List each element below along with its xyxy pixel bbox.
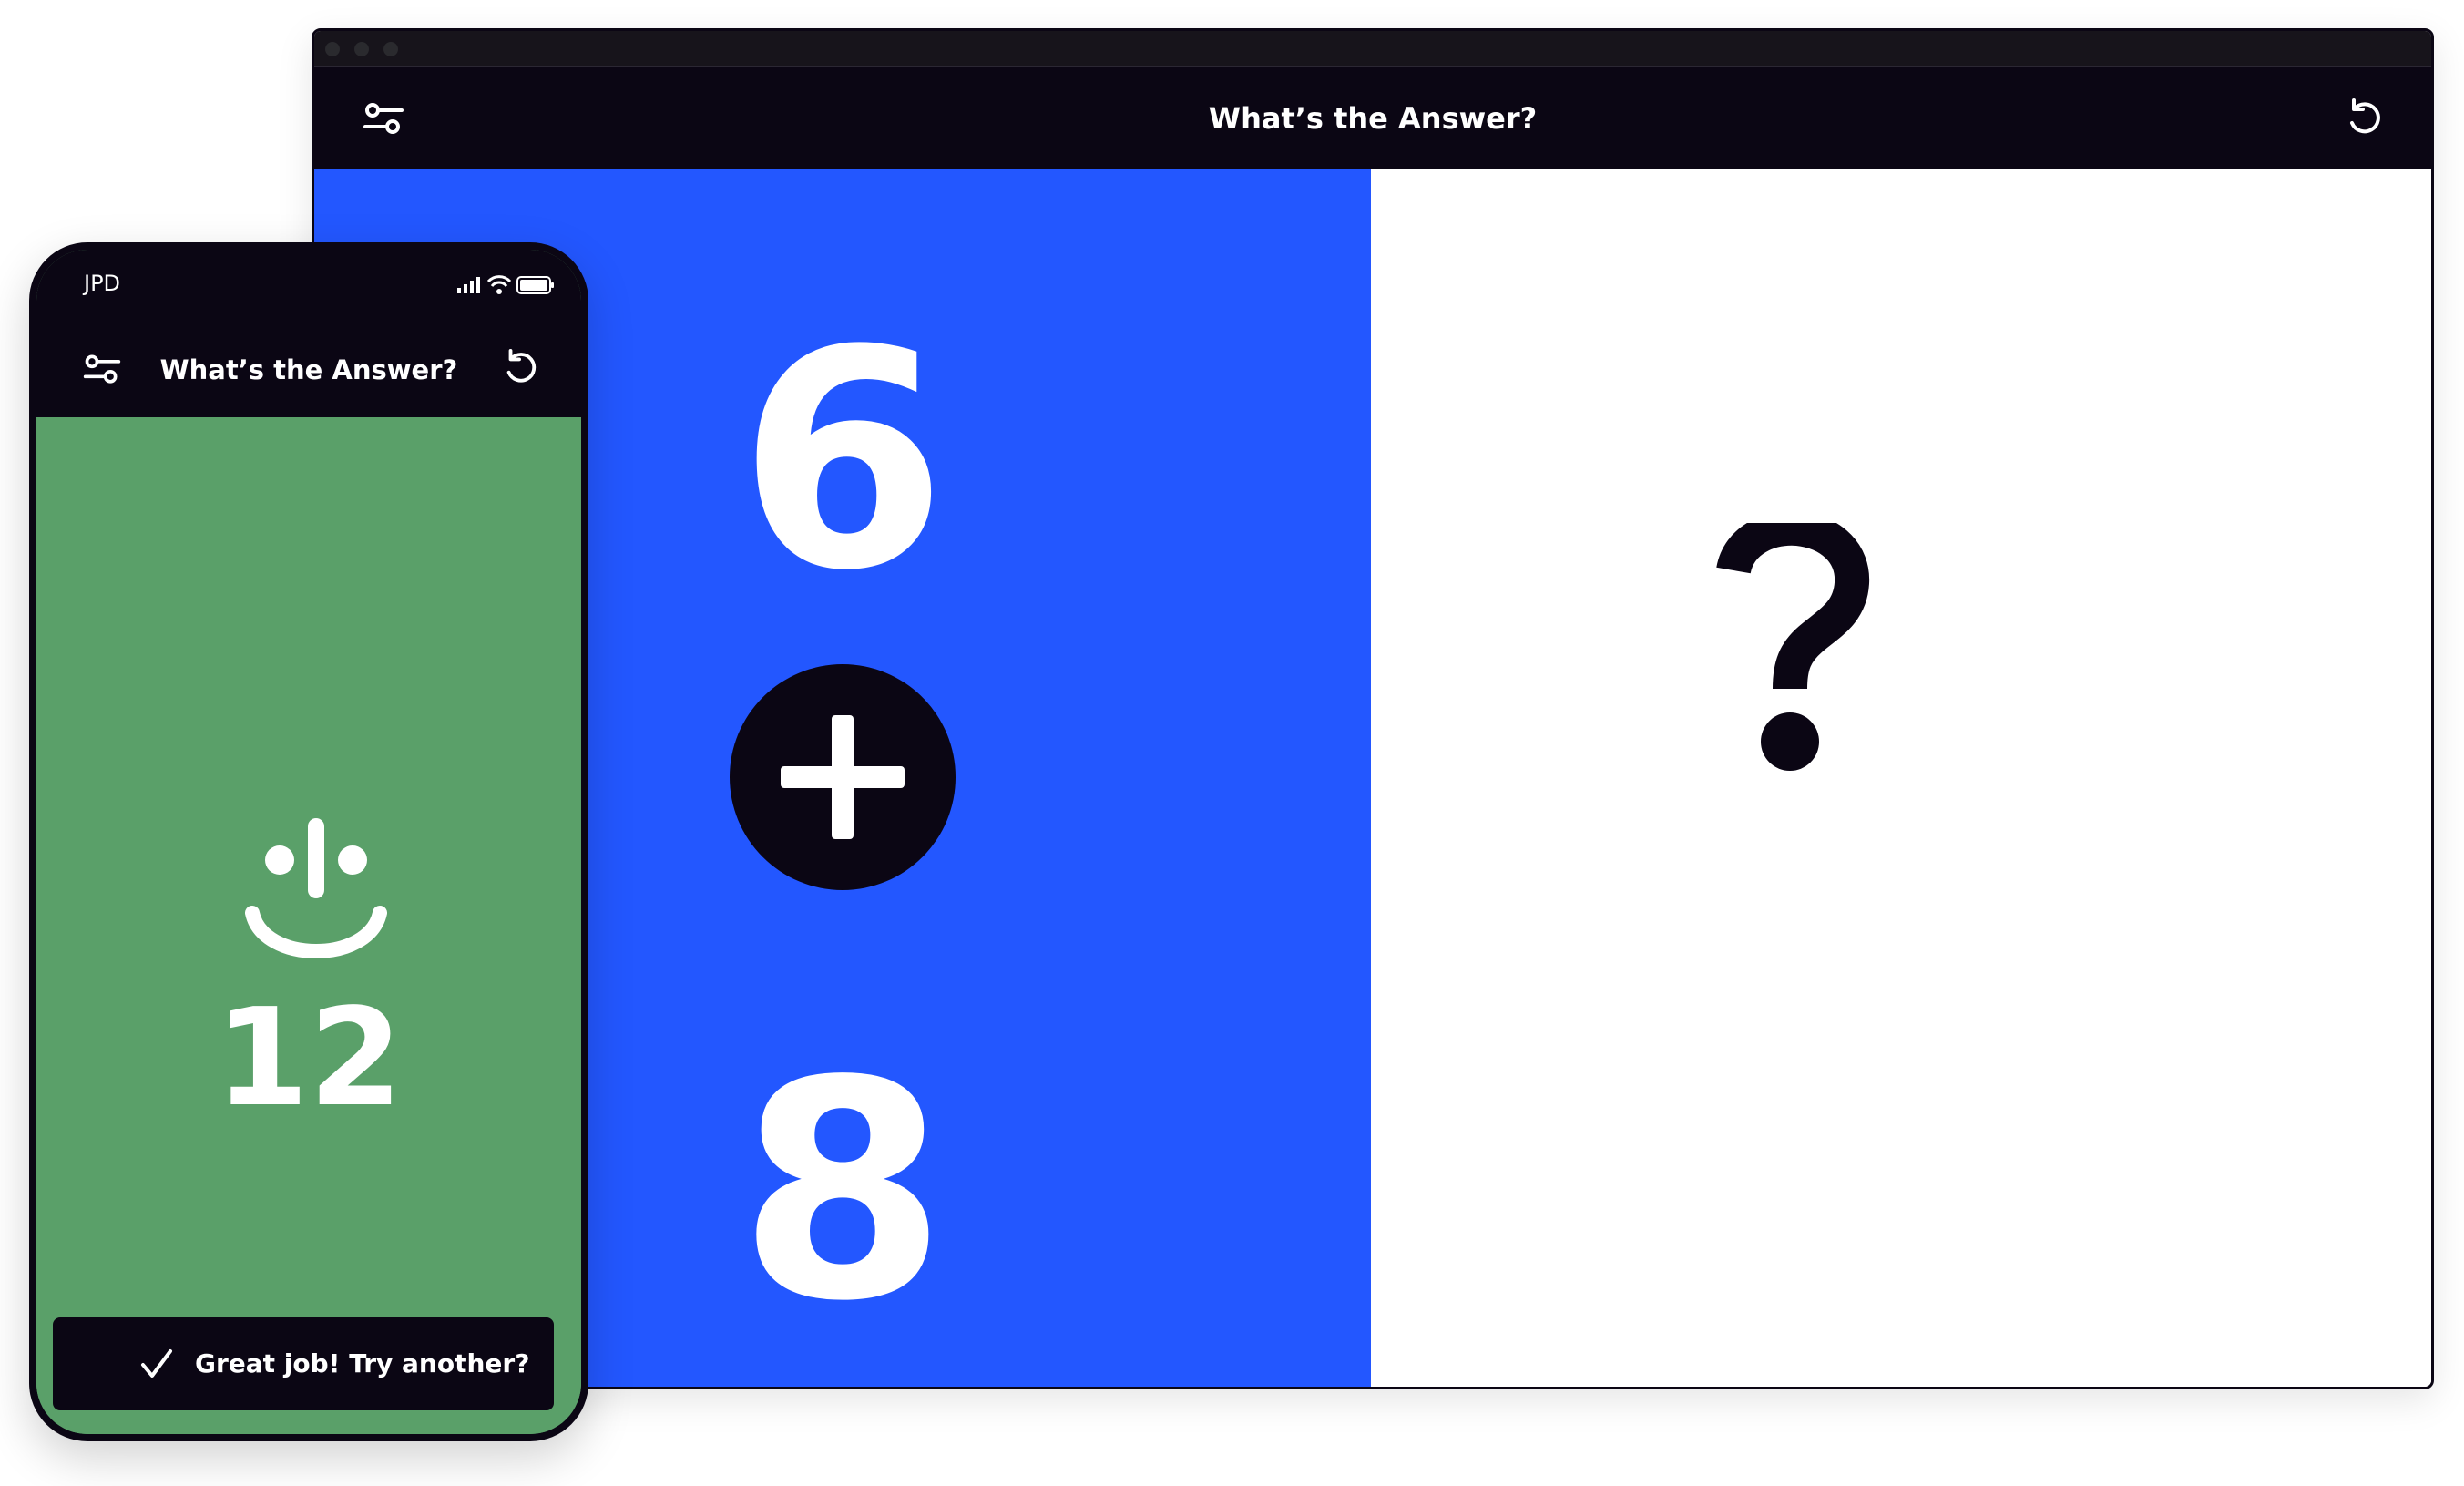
status-icons: [457, 273, 557, 297]
stage: What’s the Answer? 6 8 JPD What’s the An…: [0, 0, 2464, 1486]
phone-app-header: What’s the Answer?: [36, 323, 581, 417]
question-mark-icon: [1699, 510, 1881, 778]
battery-icon: [516, 276, 554, 294]
app-title: What’s the Answer?: [1208, 101, 1538, 136]
phone-device: JPD What’s the Answer? 12 Great job! Try…: [29, 242, 588, 1441]
window-zoom-dot[interactable]: [383, 42, 398, 56]
try-another-label: Great job! Try another?: [195, 1348, 530, 1378]
result-panel: 12: [36, 417, 581, 1434]
answer-panel[interactable]: [1371, 169, 2431, 1387]
wifi-icon: [486, 275, 512, 294]
plus-icon: [730, 664, 956, 890]
operand-top: 6: [738, 286, 947, 636]
desktop-window: What’s the Answer? 6 8: [312, 28, 2434, 1389]
try-another-button[interactable]: Great job! Try another?: [53, 1317, 554, 1410]
reset-icon[interactable]: [501, 348, 541, 388]
result-value: 12: [215, 979, 403, 1136]
reset-icon[interactable]: [2344, 97, 2386, 139]
phone-app-title: What’s the Answer?: [159, 354, 458, 385]
signal-icon: [457, 277, 480, 293]
checkmark-icon: [140, 1348, 173, 1379]
window-close-dot[interactable]: [325, 42, 340, 56]
smiley-icon: [245, 818, 387, 964]
status-bar: JPD: [36, 250, 581, 323]
carrier-label: JPD: [84, 271, 121, 296]
phone-screen: JPD What’s the Answer? 12: [36, 250, 581, 1434]
window-title-bar: [314, 31, 2431, 66]
window-minimize-dot[interactable]: [354, 42, 369, 56]
app-header: What’s the Answer?: [314, 66, 2431, 170]
operand-bottom: 8: [738, 1017, 947, 1367]
